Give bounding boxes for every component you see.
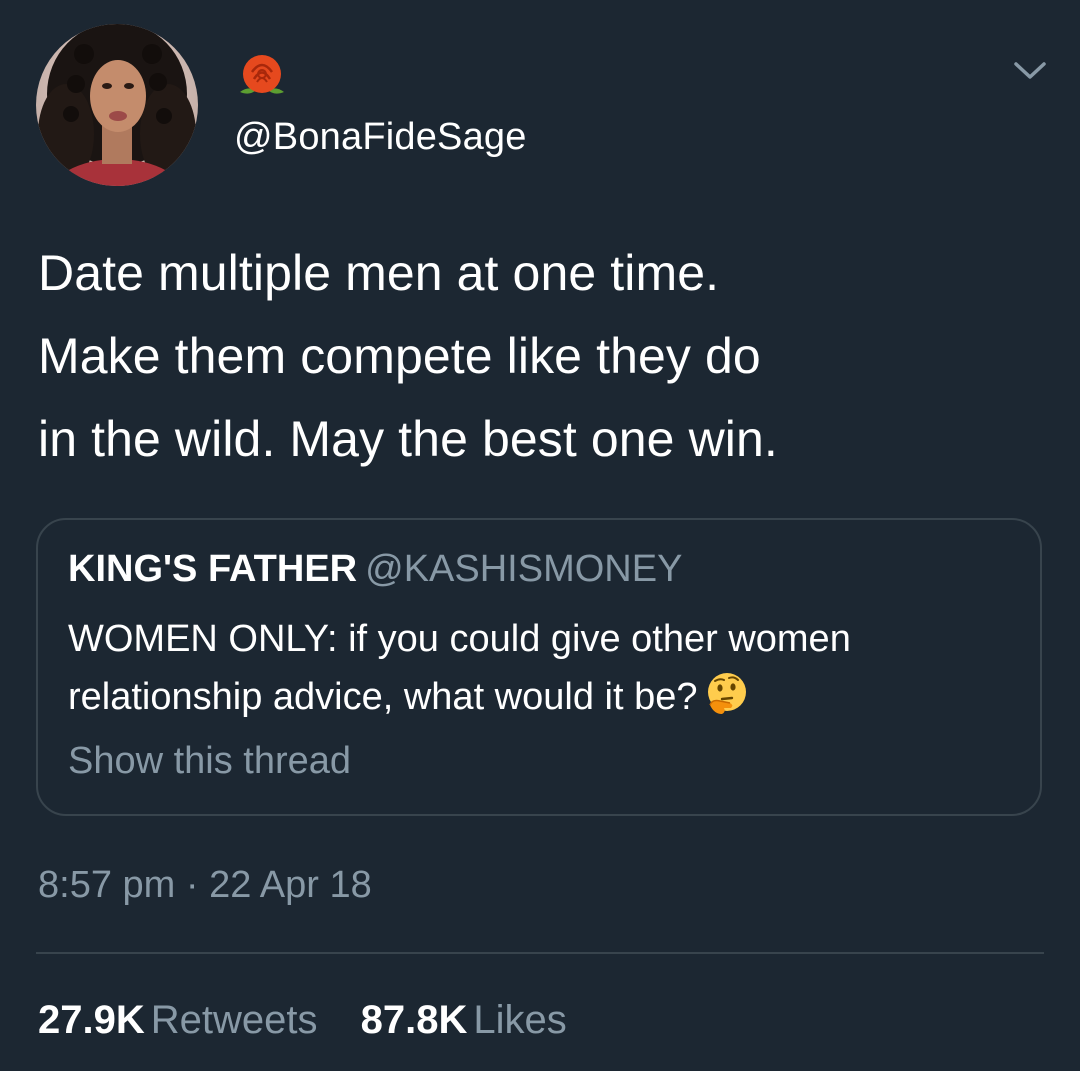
tweet-stats: 27.9K Retweets 87.8K Likes	[38, 994, 567, 1046]
quoted-tweet-line-text: relationship advice, what would it be?	[68, 676, 698, 718]
retweets-count: 27.9K	[38, 998, 145, 1042]
quoted-author-name: KING'S FATHER	[68, 548, 358, 590]
chevron-down-icon[interactable]	[1010, 56, 1050, 84]
show-thread-link[interactable]: Show this thread	[68, 736, 351, 786]
author-handle[interactable]: @BonaFideSage	[234, 112, 527, 162]
avatar[interactable]	[36, 24, 198, 186]
quoted-tweet-text: WOMEN ONLY: if you could give other wome…	[68, 610, 1018, 726]
retweets-stat[interactable]: 27.9K Retweets	[38, 994, 318, 1046]
retweets-label: Retweets	[150, 998, 318, 1042]
quoted-tweet[interactable]: KING'S FATHER @KASHISMONEY WOMEN ONLY: if…	[36, 518, 1042, 816]
quoted-author-handle: @KASHISMONEY	[365, 548, 683, 590]
likes-count: 87.8K	[360, 998, 468, 1042]
likes-label: Likes	[473, 998, 567, 1042]
quoted-tweet-header: KING'S FATHER @KASHISMONEY	[68, 546, 682, 592]
tweet-text: Date multiple men at one time. Make them…	[38, 232, 1048, 481]
quoted-tweet-line: relationship advice, what would it be?	[68, 668, 1018, 726]
thinking-face-icon	[704, 671, 750, 717]
rose-icon	[234, 52, 290, 100]
quoted-tweet-line: WOMEN ONLY: if you could give other wome…	[68, 618, 851, 660]
likes-stat[interactable]: 87.8K Likes	[361, 994, 567, 1046]
tweet-line: in the wild. May the best one win.	[38, 411, 778, 467]
tweet-line: Make them compete like they do	[38, 328, 761, 384]
avatar-image	[36, 24, 198, 186]
tweet-timestamp[interactable]: 8:57 pm · 22 Apr 18	[38, 860, 372, 910]
tweet-line: Date multiple men at one time.	[38, 245, 720, 301]
divider	[36, 952, 1044, 954]
